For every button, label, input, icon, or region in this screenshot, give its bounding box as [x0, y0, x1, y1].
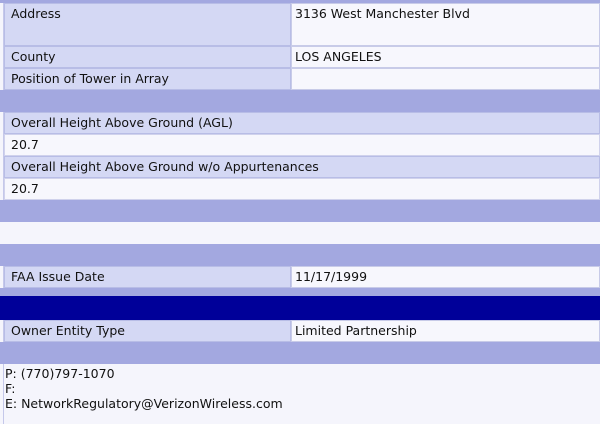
position-row: Position of Tower in Array: [0, 68, 600, 90]
agl-wo-label-row: Overall Height Above Ground w/o Appurten…: [0, 156, 600, 178]
section-header-bar: [0, 296, 600, 320]
faa-value: 11/17/1999: [291, 266, 600, 288]
agl-wo-value-row: 20.7: [0, 178, 600, 200]
address-label: Address: [4, 3, 291, 46]
faa-row: FAA Issue Date 11/17/1999: [0, 266, 600, 288]
section-band: [0, 90, 600, 112]
blank-row: [0, 222, 600, 244]
owner-type-label: Owner Entity Type: [4, 320, 291, 342]
contact-fax: F:: [5, 381, 16, 396]
agl-wo-label: Overall Height Above Ground w/o Appurten…: [4, 156, 600, 178]
county-row: County LOS ANGELES: [0, 46, 600, 68]
agl-label: Overall Height Above Ground (AGL): [4, 112, 600, 134]
contact-email[interactable]: E: NetworkRegulatory@VerizonWireless.com: [5, 396, 283, 411]
contact-phone: P: (770)797-1070: [5, 366, 115, 381]
section-band: [0, 342, 600, 364]
owner-type-value: Limited Partnership: [291, 320, 600, 342]
agl-wo-value: 20.7: [4, 178, 600, 200]
address-value: 3136 West Manchester Blvd: [291, 3, 600, 46]
agl-label-row: Overall Height Above Ground (AGL): [0, 112, 600, 134]
section-band: [0, 288, 600, 296]
owner-type-row: Owner Entity Type Limited Partnership: [0, 320, 600, 342]
county-value: LOS ANGELES: [291, 46, 600, 68]
section-band: [0, 244, 600, 266]
agl-value: 20.7: [4, 134, 600, 156]
county-label: County: [4, 46, 291, 68]
address-row: Address 3136 West Manchester Blvd: [0, 3, 600, 46]
agl-value-row: 20.7: [0, 134, 600, 156]
faa-label: FAA Issue Date: [4, 266, 291, 288]
contact-block: P: (770)797-1070 F: E: NetworkRegulatory…: [5, 366, 283, 411]
position-value: [291, 68, 600, 90]
section-band: [0, 200, 600, 222]
position-label: Position of Tower in Array: [4, 68, 291, 90]
